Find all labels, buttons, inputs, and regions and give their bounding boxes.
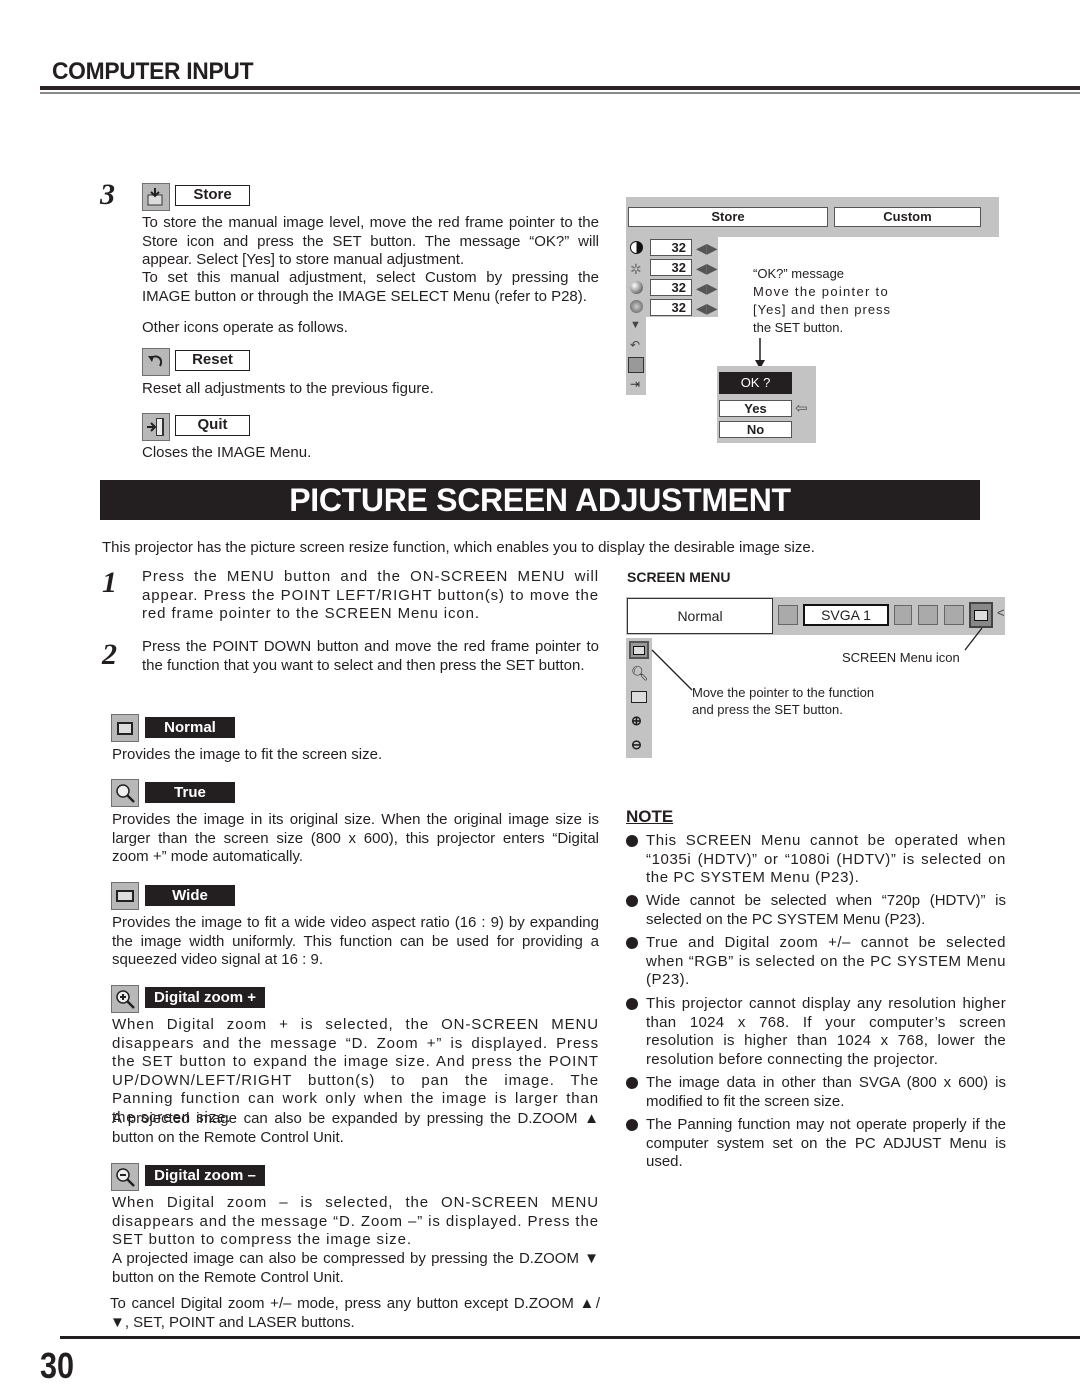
custom-menu-button[interactable]: Custom [834, 207, 981, 227]
reset-menu-icon[interactable]: ↶ [630, 338, 640, 352]
bullet-icon [626, 895, 638, 907]
intro-text: This projector has the picture screen re… [102, 539, 815, 556]
adjust-arrows-icon[interactable]: ◀▶ [696, 300, 718, 317]
zoom-out-menu-icon[interactable]: ⊖ [631, 737, 642, 753]
true-label: True [145, 782, 235, 803]
ok-callout-line: “OK?” message [753, 266, 845, 281]
store-icon [142, 183, 170, 211]
digital-zoom-in-label: Digital zoom + [145, 987, 265, 1008]
tint-value: 32 [650, 299, 692, 316]
screen-icon-callout: SCREEN Menu icon [842, 650, 960, 665]
pointer-arrow-icon: ⇦ [795, 400, 808, 417]
yes-button[interactable]: Yes [719, 400, 792, 417]
digital-zoom-out-label: Digital zoom – [145, 1165, 265, 1186]
brightness-icon[interactable]: ✲ [630, 261, 642, 278]
wide-label: Wide [145, 885, 235, 906]
pointer-callout-line: Move the pointer to the function [692, 685, 875, 700]
section-title: COMPUTER INPUT [52, 58, 254, 85]
reset-label: Reset [175, 350, 250, 371]
normal-screen-icon [111, 714, 139, 742]
other-icons-text: Other icons operate as follows. [142, 319, 348, 336]
magnifier-icon [111, 779, 139, 807]
contrast-value: 32 [650, 239, 692, 256]
adjust-arrows-icon[interactable]: ◀▶ [696, 260, 718, 277]
screen-menu-title: SCREEN MENU [627, 569, 731, 585]
down-arrow-icon[interactable]: ▼ [630, 319, 641, 331]
image-select-icon[interactable] [918, 605, 938, 625]
wide-screen-icon [111, 882, 139, 910]
tint-icon[interactable] [630, 300, 643, 313]
note-item: The image data in other than SVGA (800 x… [626, 1074, 1006, 1111]
contrast-icon[interactable] [630, 241, 643, 254]
step-number: 2 [102, 638, 117, 671]
reset-icon [142, 348, 170, 376]
note-item: True and Digital zoom +/– cannot be sele… [626, 934, 1006, 990]
digital-zoom-out-description: When Digital zoom – is selected, the ON-… [112, 1194, 599, 1249]
page-number: 30 [40, 1345, 75, 1386]
footer-rule [60, 1336, 1080, 1339]
note-item: The Panning function may not operate pro… [626, 1116, 1006, 1172]
ok-callout-line: Move the pointer to [753, 284, 889, 299]
header-rule-secondary [40, 92, 1080, 94]
bullet-icon [626, 1077, 638, 1089]
normal-label: Normal [145, 717, 235, 738]
digital-zoom-in-remote-note: A projected image can also be expanded b… [112, 1110, 599, 1146]
step-number: 3 [100, 178, 115, 211]
brightness-value: 32 [650, 259, 692, 276]
quit-icon [142, 413, 170, 441]
true-description: Provides the image in its original size.… [112, 811, 599, 866]
store-menu-icon[interactable] [628, 357, 644, 373]
pointer-callout-line: and press the SET button. [692, 702, 843, 717]
normal-description: Provides the image to fit the screen siz… [112, 746, 383, 763]
zoom-in-menu-icon[interactable]: ⊕ [631, 713, 642, 729]
store-menu-button[interactable]: Store [628, 207, 828, 227]
image-adjust-icon[interactable] [944, 605, 964, 625]
setting-menu-icon[interactable]: < [997, 605, 1005, 620]
color-value: 32 [650, 279, 692, 296]
pc-adjust-icon[interactable] [894, 605, 912, 625]
note-title: NOTE [626, 807, 674, 826]
zoom-in-icon [111, 985, 139, 1013]
digital-zoom-out-remote-note: A projected image can also be compressed… [112, 1250, 599, 1286]
store-label: Store [175, 185, 250, 206]
store-description: To store the manual image level, move th… [142, 214, 599, 269]
cancel-zoom-note: To cancel Digital zoom +/– mode, press a… [110, 1295, 600, 1331]
step-number: 1 [102, 566, 117, 599]
quit-label: Quit [175, 415, 250, 436]
note-item: This projector cannot display any resolu… [626, 995, 1006, 1069]
bullet-icon [626, 1119, 638, 1131]
adjust-arrows-icon[interactable]: ◀▶ [696, 240, 718, 257]
reset-description: Reset all adjustments to the previous fi… [142, 380, 434, 397]
store-description-custom: To set this manual adjustment, select Cu… [142, 269, 599, 305]
section-banner: PICTURE SCREEN ADJUSTMENT [100, 480, 980, 520]
note-item: This SCREEN Menu cannot be operated when… [626, 832, 1006, 888]
ok-dialog-title: OK ? [719, 372, 792, 394]
no-button[interactable]: No [719, 421, 792, 438]
color-icon[interactable] [630, 281, 643, 294]
header-rule [40, 86, 1080, 90]
ok-callout-line: the SET button. [753, 320, 844, 335]
zoom-out-icon [111, 1163, 139, 1191]
note-item: Wide cannot be selected when “720p (HDTV… [626, 892, 1006, 929]
bullet-icon [626, 835, 638, 847]
quit-description: Closes the IMAGE Menu. [142, 444, 312, 461]
adjust-arrows-icon[interactable]: ◀▶ [696, 280, 718, 297]
step-2-text: Press the POINT DOWN button and move the… [142, 638, 599, 674]
bullet-icon [626, 998, 638, 1010]
pc-system-icon[interactable] [778, 605, 798, 625]
quit-menu-icon[interactable]: ⇥ [630, 377, 640, 391]
wide-description: Provides the image to fit a wide video a… [112, 914, 599, 969]
bullet-icon [626, 937, 638, 949]
source-display: SVGA 1 [803, 604, 889, 626]
step-1-text: Press the MENU button and the ON-SCREEN … [142, 568, 599, 623]
ok-callout-line: [Yes] and then press [753, 302, 892, 317]
